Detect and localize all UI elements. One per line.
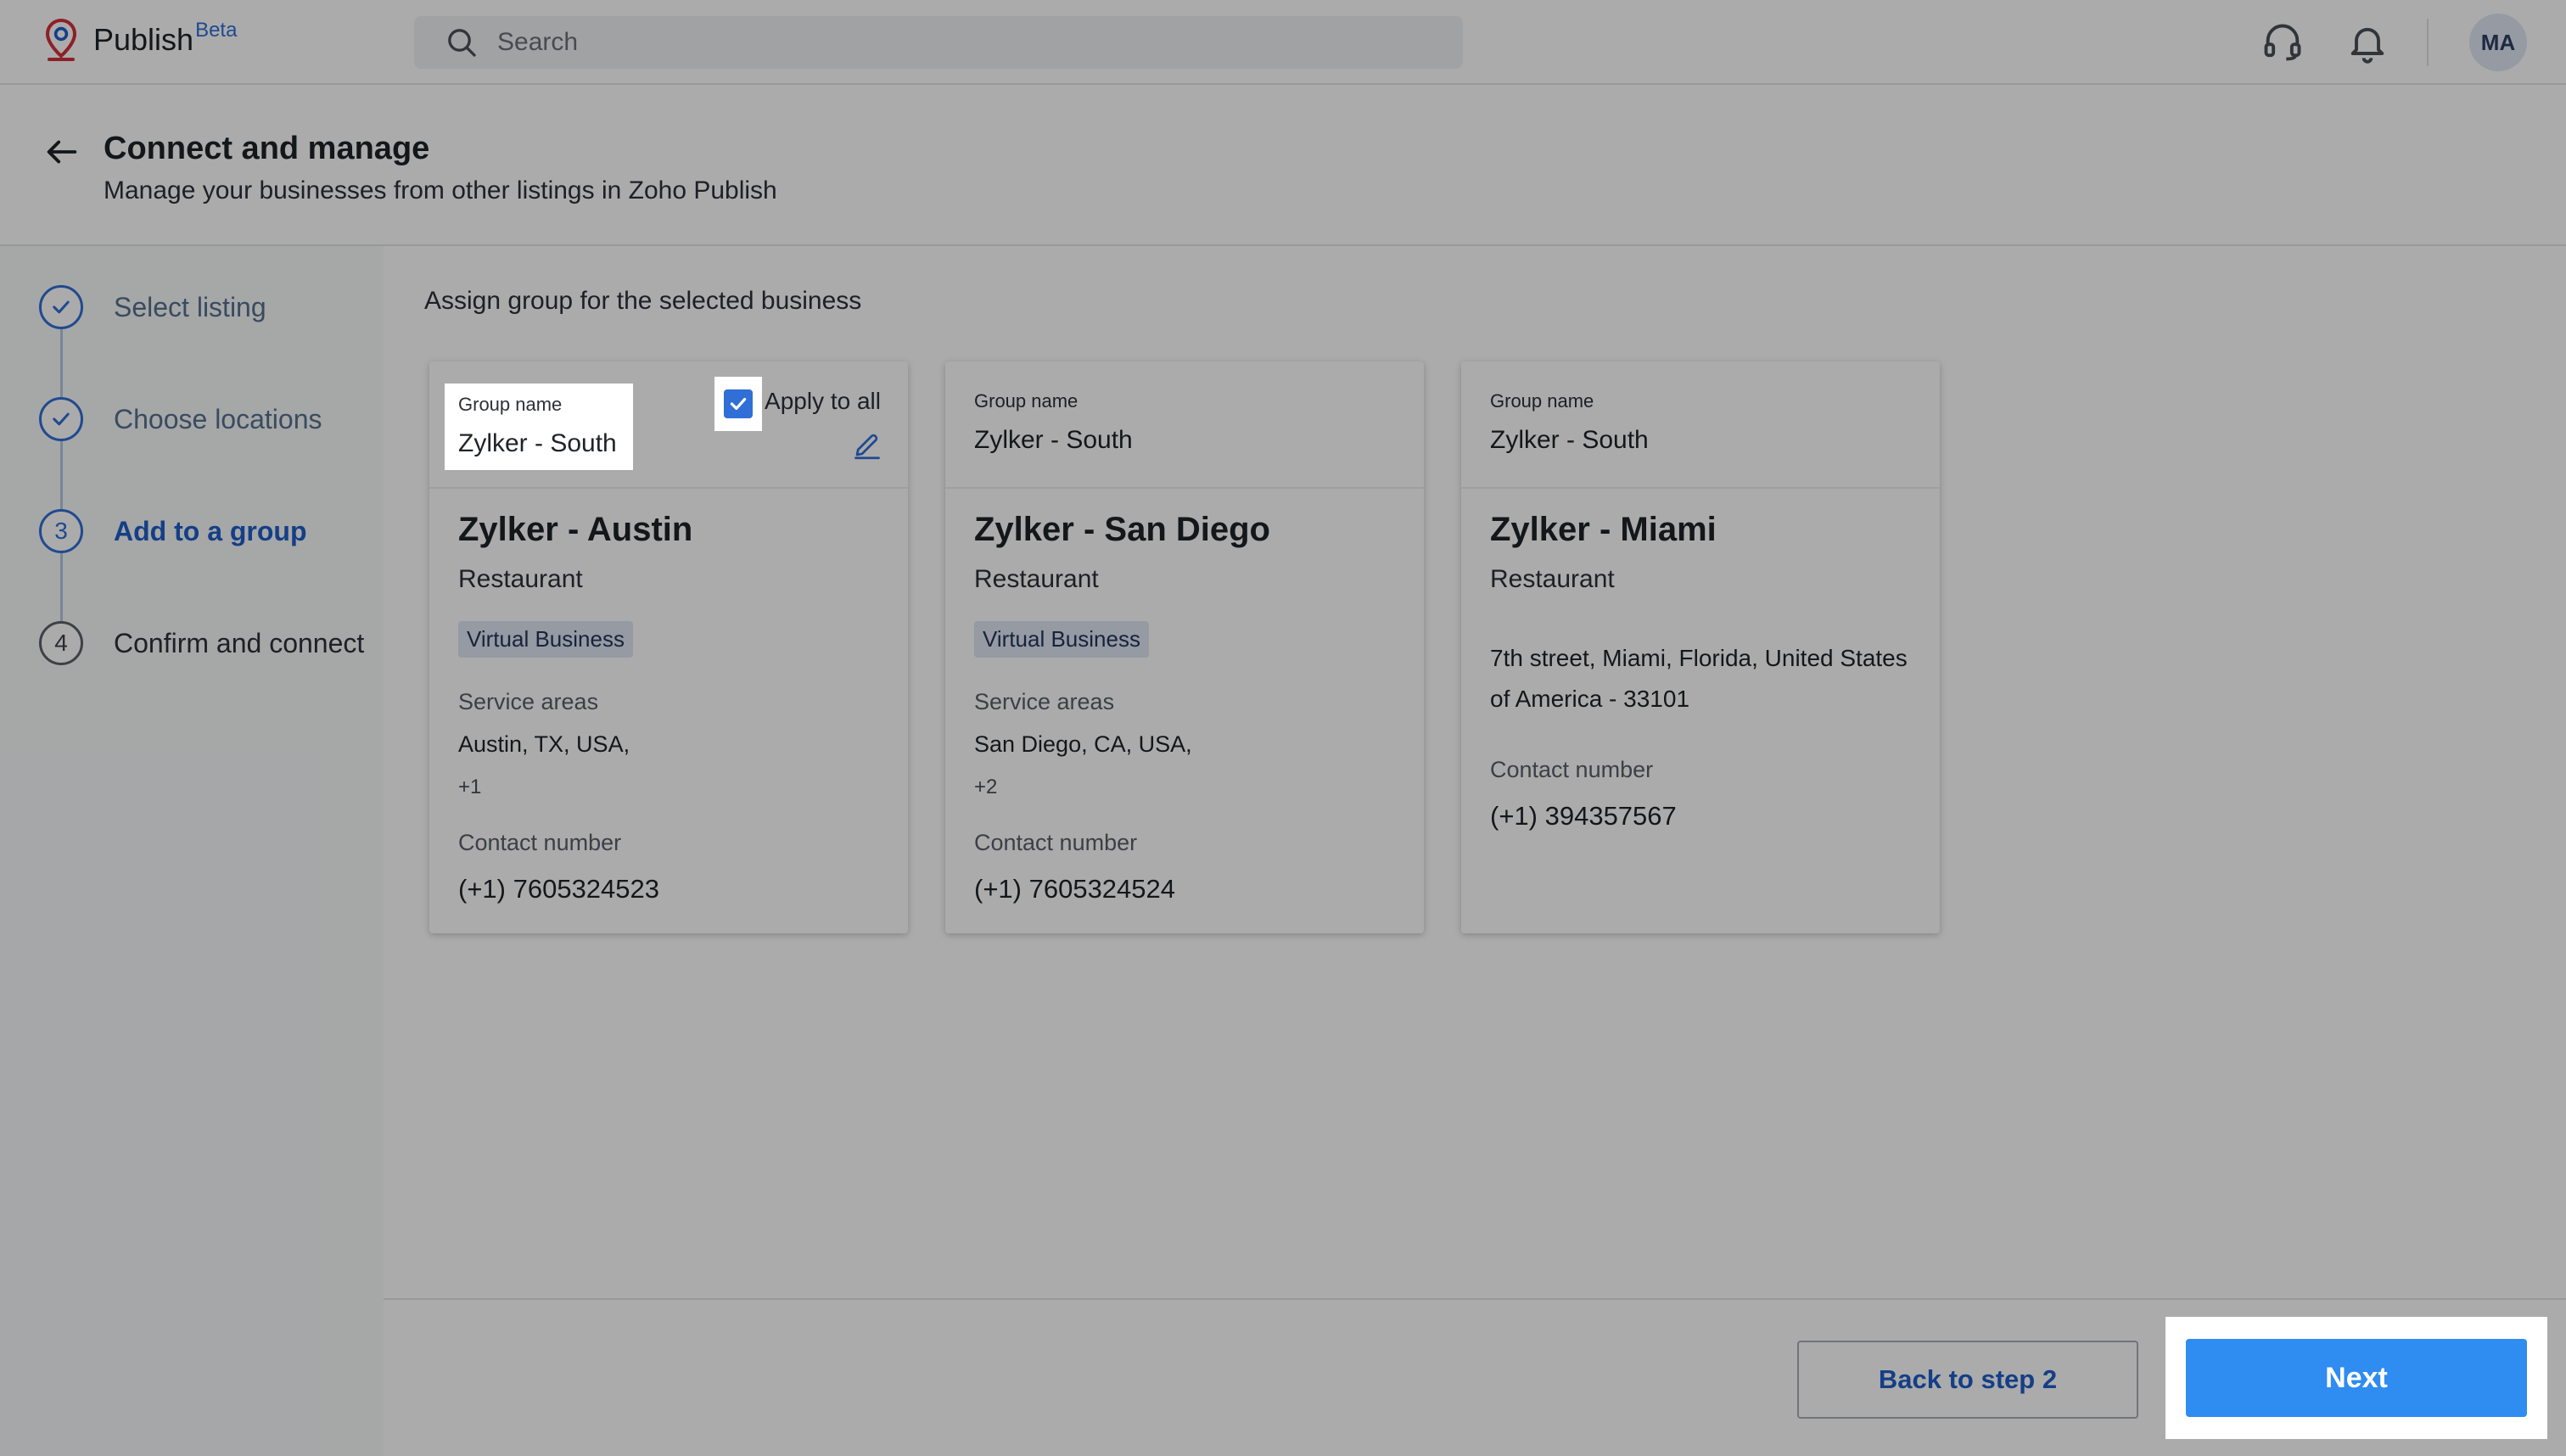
stepper-sidebar: Select listing Choose locations 3 Add to… [0,246,384,1456]
step-confirm-connect: 4 Confirm and connect [39,621,364,665]
page-subtitle: Manage your businesses from other listin… [104,176,777,204]
publish-logo-icon [45,18,77,61]
top-bar: Publish Beta MA [0,0,2566,85]
edit-pencil-icon[interactable] [852,429,882,460]
service-areas-label: Service areas [974,689,1115,714]
next-button[interactable]: Next [2186,1339,2527,1417]
highlight-apply-all [714,377,762,431]
search-icon [448,29,476,57]
step-label: Confirm and connect [114,627,365,658]
contact-number-label: Contact number [974,830,1138,855]
contact-number-label: Contact number [458,830,622,855]
group-name-label: Group name [1490,390,1594,412]
apply-all-label: Apply to all [765,388,881,414]
back-to-step-2-button[interactable]: Back to step 2 [1797,1341,2138,1419]
bell-icon[interactable] [2345,20,2390,64]
group-name-value: Zylker - South [1490,426,1649,454]
business-category: Restaurant [1490,565,1615,593]
check-icon [730,397,747,411]
business-address: 7th street, Miami, Florida, United State… [1490,645,1908,712]
step-label: Select listing [114,291,266,322]
card-group-section: Group name Zylker - South [945,361,1424,489]
business-category: Restaurant [974,565,1099,593]
virtual-business-badge: Virtual Business [458,621,633,658]
business-card: Group name Zylker - South Zylker - Miami… [1461,361,1940,933]
business-name: Zylker - San Diego [974,511,1270,548]
step-connector [60,441,63,512]
step-label: Add to a group [114,515,307,546]
contact-number-label: Contact number [1490,757,1654,782]
group-name-value: Zylker - South [974,426,1133,454]
virtual-business-badge: Virtual Business [974,621,1149,658]
business-name: Zylker - Austin [458,511,693,548]
step-label: Choose locations [114,403,322,434]
group-name-label: Group name [974,390,1079,412]
page-header: Connect and manage Manage your businesse… [0,85,2566,246]
app-name: Publish [93,22,194,57]
apply-all-checkbox[interactable] [724,389,753,418]
business-category: Restaurant [458,565,583,593]
highlight-group-name: Group name Zylker - South [445,384,633,470]
page-title: Connect and manage [104,131,430,166]
contact-number-value: (+1) 7605324523 [458,874,660,904]
beta-badge: Beta [195,19,238,42]
section-title: Assign group for the selected business [424,287,862,315]
business-card: Group name Zylker - South Zylker - San D… [945,361,1424,933]
service-areas-more[interactable]: +1 [458,776,481,799]
service-areas-value: San Diego, CA, USA, [974,731,1192,757]
group-name-value[interactable]: Zylker - South [458,429,617,458]
step-number: 4 [39,621,83,665]
service-areas-label: Service areas [458,689,599,714]
group-name-label: Group name [458,394,563,415]
app-logo[interactable]: Publish Beta [41,17,237,64]
contact-number-value: (+1) 7605324524 [974,874,1176,904]
highlight-next: Next [2165,1317,2547,1439]
contact-number-value: (+1) 394357567 [1490,801,1677,831]
back-arrow-icon[interactable] [42,132,81,171]
service-areas-value: Austin, TX, USA, [458,731,630,757]
step-add-to-group[interactable]: 3 Add to a group [39,509,307,553]
service-areas-more[interactable]: +2 [974,776,997,799]
search-bar[interactable] [414,16,1463,69]
card-group-section: Group name Zylker - South [1461,361,1940,489]
step-connector [60,553,63,624]
step-select-listing[interactable]: Select listing [39,285,266,329]
check-icon [39,397,83,441]
header-divider [2427,19,2429,66]
step-connector [60,329,63,400]
avatar[interactable]: MA [2469,14,2527,71]
headset-icon[interactable] [2261,20,2305,64]
step-number: 3 [39,509,83,553]
business-name: Zylker - Miami [1490,511,1717,548]
main-content: Assign group for the selected business G… [384,246,2566,1298]
step-choose-locations[interactable]: Choose locations [39,397,322,441]
check-icon [39,285,83,329]
search-input[interactable] [497,28,1346,57]
